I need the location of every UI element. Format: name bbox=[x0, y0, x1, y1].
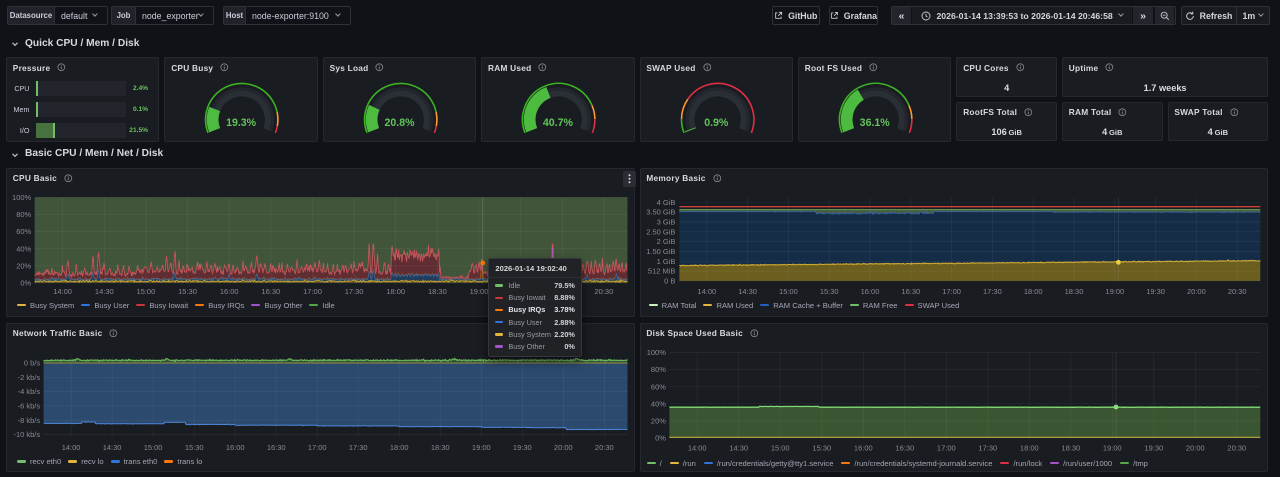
svg-text:15:00: 15:00 bbox=[137, 286, 156, 295]
svg-text:14:30: 14:30 bbox=[729, 443, 748, 452]
svg-text:18:30: 18:30 bbox=[431, 442, 450, 451]
svg-text:14:30: 14:30 bbox=[103, 442, 122, 451]
svg-text:100%: 100% bbox=[12, 192, 31, 201]
svg-text:0 b/s: 0 b/s bbox=[24, 358, 40, 367]
svg-text:19:30: 19:30 bbox=[1144, 443, 1163, 452]
svg-text:15:30: 15:30 bbox=[812, 443, 831, 452]
svg-text:20:00: 20:00 bbox=[554, 442, 573, 451]
svg-text:0%: 0% bbox=[655, 433, 666, 442]
svg-text:18:30: 18:30 bbox=[1064, 286, 1083, 295]
svg-text:20:30: 20:30 bbox=[1227, 286, 1246, 295]
svg-text:18:30: 18:30 bbox=[1061, 443, 1080, 452]
svg-text:20:30: 20:30 bbox=[595, 442, 614, 451]
svg-text:4 GiB: 4 GiB bbox=[656, 197, 675, 206]
svg-text:18:00: 18:00 bbox=[386, 286, 405, 295]
svg-text:19:30: 19:30 bbox=[513, 442, 532, 451]
svg-text:17:30: 17:30 bbox=[349, 442, 368, 451]
svg-text:16:00: 16:00 bbox=[854, 443, 873, 452]
svg-text:-4 kb/s: -4 kb/s bbox=[18, 387, 41, 396]
svg-text:19:00: 19:00 bbox=[470, 286, 489, 295]
svg-text:16:30: 16:30 bbox=[261, 286, 280, 295]
svg-text:17:00: 17:00 bbox=[937, 443, 956, 452]
svg-text:18:00: 18:00 bbox=[1020, 443, 1039, 452]
svg-text:16:00: 16:00 bbox=[220, 286, 239, 295]
svg-text:20:30: 20:30 bbox=[595, 286, 614, 295]
svg-text:-10 kb/s: -10 kb/s bbox=[13, 430, 40, 439]
svg-text:1 GiB: 1 GiB bbox=[656, 256, 675, 265]
svg-text:18:00: 18:00 bbox=[1023, 286, 1042, 295]
svg-text:15:30: 15:30 bbox=[185, 442, 204, 451]
svg-text:-2 kb/s: -2 kb/s bbox=[18, 372, 41, 381]
svg-text:15:00: 15:00 bbox=[779, 286, 798, 295]
svg-text:20:00: 20:00 bbox=[1187, 286, 1206, 295]
svg-text:512 MiB: 512 MiB bbox=[648, 266, 675, 275]
svg-text:16:30: 16:30 bbox=[267, 442, 286, 451]
svg-text:14:30: 14:30 bbox=[738, 286, 757, 295]
svg-text:17:30: 17:30 bbox=[978, 443, 997, 452]
svg-text:15:00: 15:00 bbox=[144, 442, 163, 451]
svg-text:17:30: 17:30 bbox=[983, 286, 1002, 295]
svg-text:2 GiB: 2 GiB bbox=[656, 237, 675, 246]
svg-text:14:00: 14:00 bbox=[687, 443, 706, 452]
svg-text:60%: 60% bbox=[651, 382, 666, 391]
svg-text:16:30: 16:30 bbox=[901, 286, 920, 295]
svg-text:20%: 20% bbox=[651, 416, 666, 425]
svg-text:40%: 40% bbox=[651, 399, 666, 408]
svg-text:15:30: 15:30 bbox=[819, 286, 838, 295]
svg-text:16:00: 16:00 bbox=[226, 442, 245, 451]
svg-text:0%: 0% bbox=[20, 278, 31, 287]
svg-text:17:00: 17:00 bbox=[303, 286, 322, 295]
svg-text:40%: 40% bbox=[16, 244, 31, 253]
svg-text:17:00: 17:00 bbox=[942, 286, 961, 295]
svg-text:19:00: 19:00 bbox=[1105, 286, 1124, 295]
svg-text:19:30: 19:30 bbox=[1146, 286, 1165, 295]
svg-text:14:00: 14:00 bbox=[62, 442, 81, 451]
svg-text:16:00: 16:00 bbox=[860, 286, 879, 295]
svg-text:2.50 GiB: 2.50 GiB bbox=[646, 227, 675, 236]
svg-text:18:00: 18:00 bbox=[390, 442, 409, 451]
svg-text:19:00: 19:00 bbox=[1103, 443, 1122, 452]
svg-text:80%: 80% bbox=[16, 210, 31, 219]
svg-text:14:00: 14:00 bbox=[697, 286, 716, 295]
svg-text:14:30: 14:30 bbox=[95, 286, 114, 295]
svg-text:18:30: 18:30 bbox=[428, 286, 447, 295]
svg-text:100%: 100% bbox=[646, 348, 665, 357]
svg-text:1.50 GiB: 1.50 GiB bbox=[646, 246, 675, 255]
svg-text:-8 kb/s: -8 kb/s bbox=[18, 415, 41, 424]
svg-text:3.50 GiB: 3.50 GiB bbox=[646, 207, 675, 216]
svg-text:80%: 80% bbox=[651, 365, 666, 374]
svg-text:0 B: 0 B bbox=[664, 276, 675, 285]
svg-text:20%: 20% bbox=[16, 261, 31, 270]
svg-text:17:00: 17:00 bbox=[308, 442, 327, 451]
svg-text:17:30: 17:30 bbox=[345, 286, 364, 295]
svg-text:3 GiB: 3 GiB bbox=[656, 217, 675, 226]
svg-text:19:00: 19:00 bbox=[472, 442, 491, 451]
svg-text:15:00: 15:00 bbox=[770, 443, 789, 452]
svg-text:14:00: 14:00 bbox=[53, 286, 72, 295]
svg-text:-6 kb/s: -6 kb/s bbox=[18, 401, 41, 410]
svg-text:20:00: 20:00 bbox=[1186, 443, 1205, 452]
svg-text:60%: 60% bbox=[16, 227, 31, 236]
svg-text:16:30: 16:30 bbox=[895, 443, 914, 452]
svg-text:15:30: 15:30 bbox=[178, 286, 197, 295]
svg-text:20:30: 20:30 bbox=[1227, 443, 1246, 452]
